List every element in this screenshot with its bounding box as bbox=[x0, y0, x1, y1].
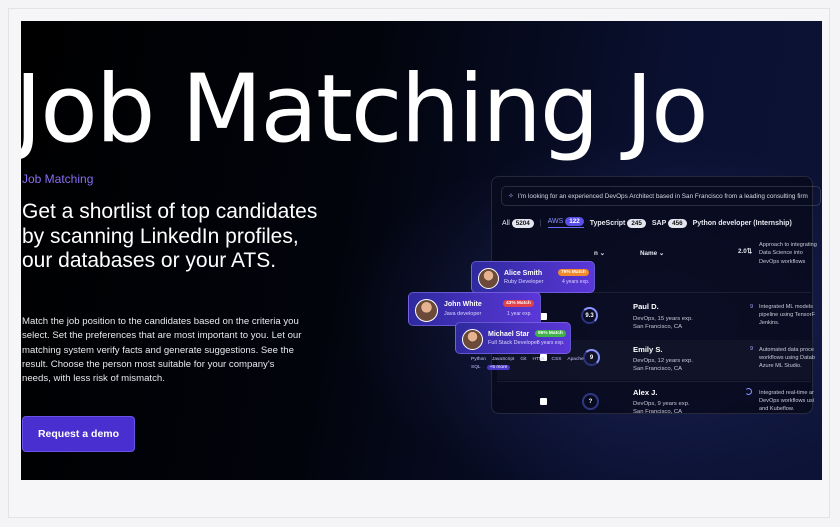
candidate-card[interactable]: John White Java developer 43% Match 1 ye… bbox=[408, 292, 541, 326]
candidate-card[interactable]: Alice Smith Ruby Developer 75% Match 4 y… bbox=[471, 261, 595, 293]
card-name: Michael Star bbox=[488, 331, 530, 338]
col-match[interactable]: n ⌄ bbox=[594, 250, 605, 257]
more-skills-tag[interactable]: +5 more bbox=[486, 365, 511, 370]
approach-line-3: Jenkins. bbox=[759, 320, 780, 326]
skill-tag: Git bbox=[520, 357, 527, 362]
skill-tag: JavaScript bbox=[491, 357, 515, 362]
match-badge: 75% Match bbox=[558, 269, 589, 276]
card-role: Java developer bbox=[444, 311, 482, 317]
avatar bbox=[462, 329, 483, 350]
card-experience: 4 years exp. bbox=[562, 279, 590, 285]
tab-sap-count: 456 bbox=[668, 218, 687, 228]
row-divider bbox=[497, 381, 811, 382]
card-experience: 5 years exp. bbox=[537, 340, 565, 346]
sparkle-icon: ✧ bbox=[508, 193, 514, 200]
chevron-down-icon: ⌄ bbox=[658, 250, 665, 257]
search-query: I'm looking for an experienced DevOps Ar… bbox=[517, 192, 808, 200]
card-role: Ruby Developer bbox=[504, 279, 544, 285]
tab-sap[interactable]: SAP 456 bbox=[651, 218, 687, 228]
marquee-title: g Job Matching Jo bbox=[21, 55, 709, 164]
tab-python[interactable]: Python developer (Internship) bbox=[693, 220, 792, 227]
row-checkbox[interactable] bbox=[540, 313, 547, 320]
col-name[interactable]: Name ⌄ bbox=[640, 250, 664, 257]
candidate-location: San Francisco, CA bbox=[633, 409, 683, 415]
tab-aws-label: AWS bbox=[547, 218, 564, 225]
col-name-label: Name bbox=[640, 250, 658, 257]
skill-tag: SQL bbox=[471, 365, 481, 370]
filter-icon: ⇅ bbox=[746, 248, 753, 255]
candidate-location: San Francisco, CA bbox=[633, 324, 683, 330]
card-name: John White bbox=[444, 301, 482, 308]
section-eyebrow: Job Matching bbox=[22, 172, 94, 186]
skill-tags: Python JavaScript Git HTML CSS Apache SQ… bbox=[471, 357, 591, 370]
tab-all-label: All bbox=[502, 219, 510, 227]
tab-all-count: 5204 bbox=[511, 218, 534, 228]
search-bar[interactable]: ✧ I'm looking for an experienced DevOps … bbox=[501, 186, 821, 206]
match-score: 9.3 bbox=[581, 307, 598, 324]
tab-typescript-count: 245 bbox=[627, 218, 646, 228]
avatar bbox=[478, 268, 499, 289]
tab-typescript-label: TypeScript bbox=[589, 219, 626, 227]
tab-sap-label: SAP bbox=[651, 219, 667, 227]
tab-typescript[interactable]: TypeScript 245 bbox=[589, 218, 646, 228]
request-demo-button[interactable]: Request a demo bbox=[22, 416, 135, 452]
match-badge: 95% Match bbox=[535, 330, 566, 337]
avatar bbox=[415, 299, 438, 322]
col-match-label: n bbox=[594, 250, 598, 257]
skill-tag: Apache bbox=[567, 357, 584, 362]
approach-line-3: Azure ML Studio. bbox=[759, 363, 802, 369]
candidate-name[interactable]: Paul D. bbox=[633, 302, 659, 311]
col-score[interactable]: 2.0⇅ bbox=[738, 248, 752, 255]
match-score: ? bbox=[582, 393, 599, 410]
approach-score: 9 bbox=[750, 346, 754, 352]
candidate-name[interactable]: Alex J. bbox=[633, 388, 657, 397]
chevron-down-icon: ⌄ bbox=[599, 250, 605, 257]
card-name: Alice Smith bbox=[504, 270, 543, 277]
skill-tag: HTML bbox=[532, 357, 546, 362]
row-checkbox[interactable] bbox=[540, 398, 547, 405]
col-approach: Approach to integrating Data Science int… bbox=[759, 242, 817, 265]
body-copy: Match the job position to the candidates… bbox=[22, 316, 302, 385]
card-experience: 1 year exp. bbox=[507, 311, 532, 317]
tab-all[interactable]: All 5204 bbox=[502, 218, 534, 228]
match-badge: 43% Match bbox=[503, 300, 534, 307]
approach-line-3: and Kubeflow. bbox=[759, 406, 795, 412]
loading-icon bbox=[745, 388, 752, 395]
divider: | bbox=[539, 219, 542, 227]
skill-tag: Python bbox=[471, 357, 486, 362]
tab-aws-count: 122 bbox=[565, 217, 584, 226]
candidate-name[interactable]: Emily S. bbox=[633, 345, 663, 354]
col-score-label: 2.0 bbox=[738, 248, 747, 255]
headline: Get a shortlist of top candidates by sca… bbox=[22, 200, 318, 272]
skill-tag: CSS bbox=[551, 357, 562, 362]
approach-score: 9 bbox=[750, 304, 754, 310]
candidate-card[interactable]: Michael Star Full Stack Developer 95% Ma… bbox=[455, 322, 571, 354]
tab-aws[interactable]: AWS 122 bbox=[547, 217, 584, 228]
candidate-location: San Francisco, CA bbox=[633, 366, 683, 372]
filter-tabs: All 5204 | AWS 122 TypeScript 245 SAP 45… bbox=[502, 217, 812, 229]
card-role: Full Stack Developer bbox=[488, 340, 539, 346]
